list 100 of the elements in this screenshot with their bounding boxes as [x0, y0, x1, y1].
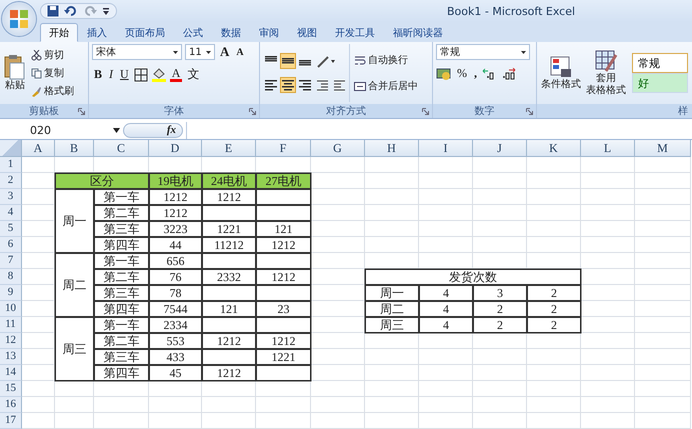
sheet-cell[interactable] — [94, 397, 149, 413]
sheet-cell[interactable] — [94, 413, 149, 429]
row-header[interactable]: 3 — [0, 189, 22, 205]
sheet-cell[interactable] — [635, 285, 691, 301]
column-header[interactable]: L — [581, 140, 635, 157]
sheet-cell[interactable] — [473, 189, 527, 205]
row-header[interactable]: 2 — [0, 173, 22, 189]
percent-button[interactable]: % — [455, 66, 469, 81]
sheet-cell[interactable] — [581, 237, 635, 253]
indent-icon[interactable] — [316, 79, 346, 91]
sheet-cell[interactable] — [473, 221, 527, 237]
sheet-cell[interactable] — [581, 397, 635, 413]
sheet-cell[interactable] — [635, 237, 691, 253]
sheet-cell[interactable] — [419, 365, 473, 381]
column-header[interactable]: C — [94, 140, 149, 157]
sheet-cell[interactable] — [256, 397, 311, 413]
row-header[interactable]: 5 — [0, 221, 22, 237]
sheet-cell[interactable] — [365, 157, 419, 173]
ribbon-tab[interactable]: 视图 — [288, 23, 326, 42]
sheet-cell[interactable] — [419, 381, 473, 397]
sheet-cell[interactable] — [55, 397, 94, 413]
dialog-launcher-icon[interactable] — [422, 108, 429, 115]
sheet-cell[interactable] — [365, 205, 419, 221]
row-header[interactable]: 1 — [0, 157, 22, 173]
currency-icon[interactable] — [436, 66, 452, 80]
clipboard-button[interactable]: 复制 — [30, 65, 75, 81]
sheet-cell[interactable] — [473, 237, 527, 253]
sheet-cell[interactable] — [365, 237, 419, 253]
ribbon-tab[interactable]: 公式 — [174, 23, 212, 42]
cell-style-button[interactable]: 好 — [632, 73, 688, 93]
select-all-button[interactable] — [0, 140, 22, 157]
sheet-cell[interactable] — [419, 173, 473, 189]
sheet-cell[interactable] — [419, 397, 473, 413]
sheet-cell[interactable] — [527, 221, 581, 237]
decrease-decimal-icon[interactable] — [501, 68, 517, 80]
sheet-cell[interactable] — [527, 349, 581, 365]
column-header[interactable]: F — [256, 140, 311, 157]
column-header[interactable]: I — [419, 140, 473, 157]
sheet-cell[interactable] — [365, 189, 419, 205]
sheet-cell[interactable] — [635, 269, 691, 285]
align-button[interactable] — [280, 77, 296, 93]
sheet-cell[interactable] — [581, 413, 635, 429]
ribbon-tab[interactable]: 插入 — [78, 23, 116, 42]
ribbon-tab[interactable]: 开始 — [40, 23, 78, 42]
column-header[interactable]: D — [149, 140, 202, 157]
row-header[interactable]: 14 — [0, 365, 22, 381]
font-style-button[interactable]: I — [107, 67, 116, 82]
row-header[interactable]: 12 — [0, 333, 22, 349]
sheet-cell[interactable] — [527, 189, 581, 205]
sheet-cell[interactable] — [635, 205, 691, 221]
sheet-cell[interactable] — [365, 381, 419, 397]
row-header[interactable]: 17 — [0, 413, 22, 429]
sheet-cell[interactable] — [311, 397, 365, 413]
sheet-cell[interactable] — [527, 413, 581, 429]
sheet-cell[interactable] — [473, 381, 527, 397]
column-header[interactable]: G — [311, 140, 365, 157]
sheet-cell[interactable] — [527, 397, 581, 413]
sheet-cell[interactable] — [473, 413, 527, 429]
sheet-cell[interactable] — [527, 365, 581, 381]
column-header[interactable]: J — [473, 140, 527, 157]
sheet-cell[interactable] — [581, 157, 635, 173]
sheet-cell[interactable] — [149, 397, 202, 413]
column-header[interactable]: H — [365, 140, 419, 157]
sheet-cell[interactable] — [419, 413, 473, 429]
comma-button[interactable]: , — [472, 66, 479, 81]
sheet-cell[interactable] — [581, 205, 635, 221]
row-header[interactable]: 7 — [0, 253, 22, 269]
row-header[interactable]: 6 — [0, 237, 22, 253]
font-style-button[interactable]: U — [118, 67, 131, 82]
sheet-cell[interactable] — [635, 317, 691, 333]
sheet-cell[interactable] — [527, 157, 581, 173]
align-button[interactable] — [280, 53, 296, 69]
column-header[interactable]: M — [635, 140, 691, 157]
sheet-cell[interactable] — [635, 157, 691, 173]
sheet-cell[interactable] — [635, 189, 691, 205]
row-header[interactable]: 4 — [0, 205, 22, 221]
sheet-cell[interactable] — [527, 237, 581, 253]
sheet-cell[interactable] — [22, 397, 55, 413]
sheet-cell[interactable] — [635, 301, 691, 317]
sheet-cell[interactable] — [365, 397, 419, 413]
sheet-cell[interactable] — [311, 413, 365, 429]
office-button[interactable] — [2, 2, 36, 36]
sheet-cell[interactable] — [419, 157, 473, 173]
clipboard-button[interactable]: 格式刷 — [30, 83, 75, 99]
font-style-button[interactable]: B — [92, 67, 104, 82]
sheet-cell[interactable] — [55, 413, 94, 429]
sheet-cell[interactable] — [635, 333, 691, 349]
sheet-cell[interactable] — [635, 413, 691, 429]
ribbon-tab[interactable]: 数据 — [212, 23, 250, 42]
sheet-cell[interactable] — [635, 221, 691, 237]
font-name-field[interactable]: 宋体 — [92, 44, 182, 60]
paste-button[interactable]: 粘贴 — [3, 53, 27, 93]
orientation-icon[interactable] — [316, 55, 336, 69]
sheet-cell[interactable] — [581, 189, 635, 205]
sheet-cell[interactable] — [635, 381, 691, 397]
sheet-cell[interactable] — [202, 397, 256, 413]
sheet-cell[interactable] — [581, 253, 635, 269]
sheet-cell[interactable] — [311, 157, 365, 173]
sheet-cell[interactable] — [635, 253, 691, 269]
phonetic-button[interactable]: 文 — [185, 66, 202, 83]
